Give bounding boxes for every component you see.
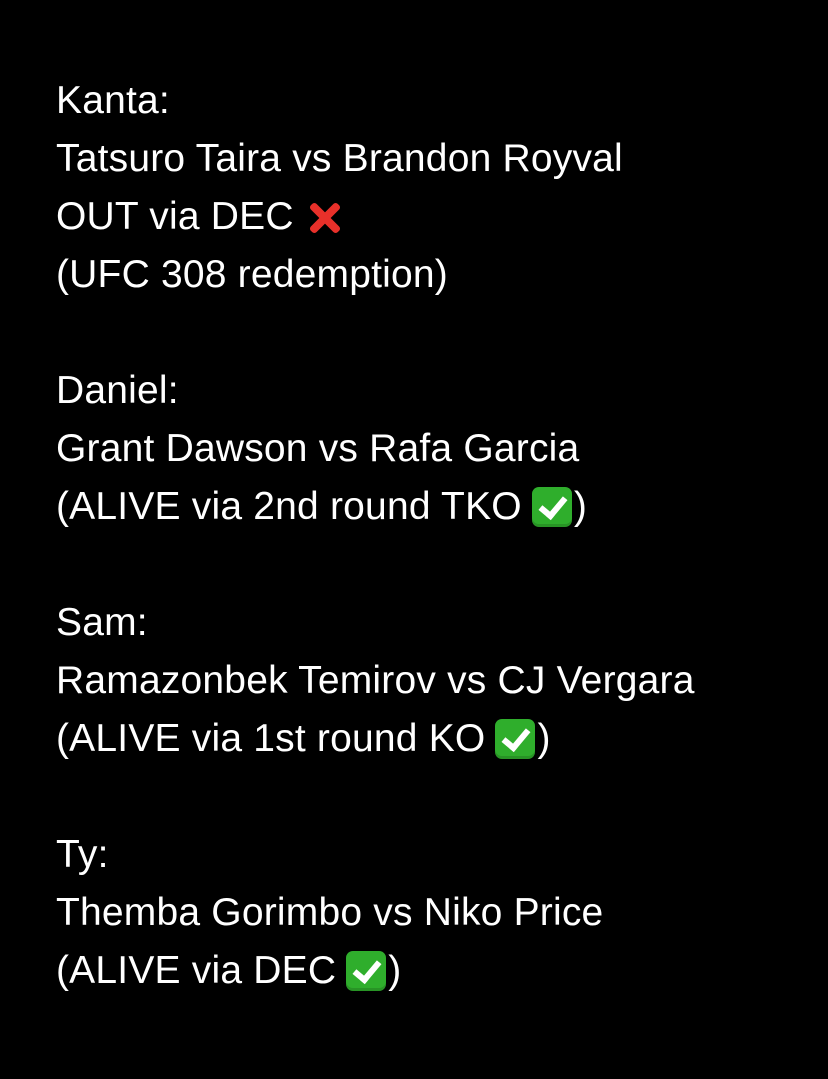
notes-text: Kanta: Tatsuro Taira vs Brandon Royval O…	[56, 72, 816, 1000]
pick-result-close: )	[537, 717, 551, 760]
pick-result-close: )	[388, 949, 402, 992]
pick-matchup: Grant Dawson vs Rafa Garcia	[56, 427, 580, 470]
pick-result: (ALIVE via DEC )	[56, 942, 816, 1000]
pick-result-text: (ALIVE via DEC	[56, 949, 337, 992]
pick-result: (ALIVE via 1st round KO )	[56, 710, 816, 768]
pick-result: OUT via DEC	[56, 188, 816, 246]
pick-result-text: (ALIVE via 2nd round TKO	[56, 485, 522, 528]
cross-mark-icon	[304, 197, 344, 237]
pick-matchup: Themba Gorimbo vs Niko Price	[56, 891, 604, 934]
check-mark-icon	[531, 487, 572, 527]
pick-name: Sam:	[56, 601, 148, 644]
pick-name: Ty:	[56, 833, 109, 876]
check-mark-icon	[346, 951, 387, 991]
check-mark-icon	[495, 719, 536, 759]
pick-result-close: )	[573, 485, 588, 528]
pick-matchup: Tatsuro Taira vs Brandon Royval	[56, 137, 623, 180]
pick-name: Daniel:	[56, 369, 179, 412]
pick-name: Kanta:	[56, 79, 170, 122]
pick-result: (ALIVE via 2nd round TKO )	[56, 478, 816, 536]
pick-result-text: OUT via DEC	[56, 195, 294, 238]
pick-note: (UFC 308 redemption)	[56, 253, 448, 296]
pick-matchup: Ramazonbek Temirov vs CJ Vergara	[56, 659, 695, 702]
pick-result-text: (ALIVE via 1st round KO	[56, 717, 486, 760]
